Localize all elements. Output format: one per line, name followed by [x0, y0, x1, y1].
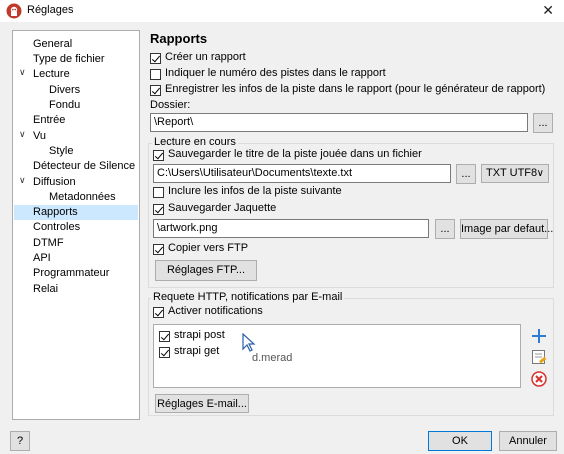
tree-item-metadonnees[interactable]: Metadonnées [49, 190, 116, 205]
tree-item-dtmf[interactable]: DTMF [33, 236, 64, 251]
track-numbers-label: Indiquer le numéro des pistes dans le ra… [165, 67, 386, 79]
folder-input[interactable]: \Report\ [150, 113, 528, 132]
create-report-checkbox[interactable] [150, 53, 161, 64]
email-settings-button[interactable]: Réglages E-mail... [155, 394, 249, 413]
tree-item-fondu[interactable]: Fondu [49, 98, 80, 113]
tree-item-detecteur-de-silence[interactable]: Détecteur de Silence [33, 159, 135, 174]
enable-notifications-checkbox[interactable] [153, 307, 164, 318]
include-next-checkbox[interactable] [153, 187, 164, 198]
close-icon[interactable]: ✕ [542, 2, 554, 19]
default-image-button[interactable]: Image par defaut... [460, 219, 553, 239]
copy-ftp-label: Copier vers FTP [168, 242, 249, 254]
list-item[interactable]: strapi get [174, 345, 219, 357]
save-title-checkbox[interactable] [153, 150, 164, 161]
settings-tree[interactable]: General Type de fichier ∨ Lecture Divers… [12, 30, 140, 420]
tree-item-api[interactable]: API [33, 251, 51, 266]
folder-label: Dossier: [150, 99, 191, 111]
chevron-down-icon[interactable]: ∨ [19, 67, 26, 78]
chevron-down-icon[interactable]: ∨ [19, 129, 26, 140]
chevron-down-icon: ∨ [536, 168, 544, 179]
create-report-label: Créer un rapport [165, 51, 246, 63]
mouse-cursor-icon [242, 333, 256, 352]
track-numbers-checkbox[interactable] [150, 69, 161, 80]
encoding-select[interactable]: TXT UTF8 ∨ [481, 164, 549, 183]
chevron-down-icon[interactable]: ∨ [19, 175, 26, 186]
list-item-checkbox[interactable] [159, 331, 170, 342]
help-button[interactable]: ? [10, 431, 30, 451]
file-browse-button[interactable]: ... [456, 164, 476, 184]
list-item[interactable]: strapi post [174, 329, 225, 341]
now-playing-legend: Lecture en cours [152, 136, 238, 148]
artwork-browse-button[interactable]: ... [435, 219, 455, 239]
add-icon[interactable] [530, 327, 548, 345]
encoding-value: TXT UTF8 [486, 167, 538, 179]
tree-item-entree[interactable]: Entrée [33, 113, 65, 128]
cancel-button[interactable]: Annuler [499, 431, 557, 451]
delete-icon[interactable] [530, 370, 548, 388]
tree-item-rapports[interactable]: Rapports [14, 205, 138, 220]
save-track-info-label: Enregistrer les infos de la piste dans l… [165, 83, 546, 95]
edit-icon[interactable] [530, 348, 548, 366]
page-title: Rapports [150, 31, 208, 46]
hover-tooltip: d.merad [252, 352, 293, 364]
save-artwork-checkbox[interactable] [153, 204, 164, 215]
tree-item-diffusion[interactable]: Diffusion [33, 175, 76, 190]
enable-notifications-label: Activer notifications [168, 305, 263, 317]
artwork-path-input[interactable]: \artwork.png [153, 219, 429, 238]
tree-item-general[interactable]: General [33, 37, 72, 52]
http-legend: Requete HTTP, notifications par E-mail [151, 291, 345, 303]
notifications-list[interactable]: strapi post strapi get d.merad [153, 324, 521, 388]
tree-item-type-de-fichier[interactable]: Type de fichier [33, 52, 105, 67]
tree-item-lecture[interactable]: Lecture [33, 67, 70, 82]
ok-button[interactable]: OK [428, 431, 492, 451]
copy-ftp-checkbox[interactable] [153, 244, 164, 255]
window-title: Réglages [27, 4, 74, 16]
save-artwork-label: Sauvegarder Jaquette [168, 202, 277, 214]
save-track-info-checkbox[interactable] [150, 85, 161, 96]
tree-item-relai[interactable]: Relai [33, 282, 58, 297]
title-bar: Réglages ✕ [0, 0, 564, 22]
tree-item-style[interactable]: Style [49, 144, 73, 159]
tree-item-controles[interactable]: Controles [33, 220, 80, 235]
include-next-label: Inclure les infos de la piste suivante [168, 185, 342, 197]
now-playing-file-input[interactable]: C:\Users\Utilisateur\Documents\texte.txt [153, 164, 451, 183]
folder-browse-button[interactable]: ... [533, 113, 553, 133]
tree-item-programmateur[interactable]: Programmateur [33, 266, 109, 281]
list-item-checkbox[interactable] [159, 347, 170, 358]
save-title-label: Sauvegarder le titre de la piste jouée d… [168, 148, 422, 160]
tree-item-divers[interactable]: Divers [49, 83, 80, 98]
tree-item-vu[interactable]: Vu [33, 129, 46, 144]
ftp-settings-button[interactable]: Réglages FTP... [155, 260, 257, 281]
app-logo-icon [6, 3, 22, 19]
